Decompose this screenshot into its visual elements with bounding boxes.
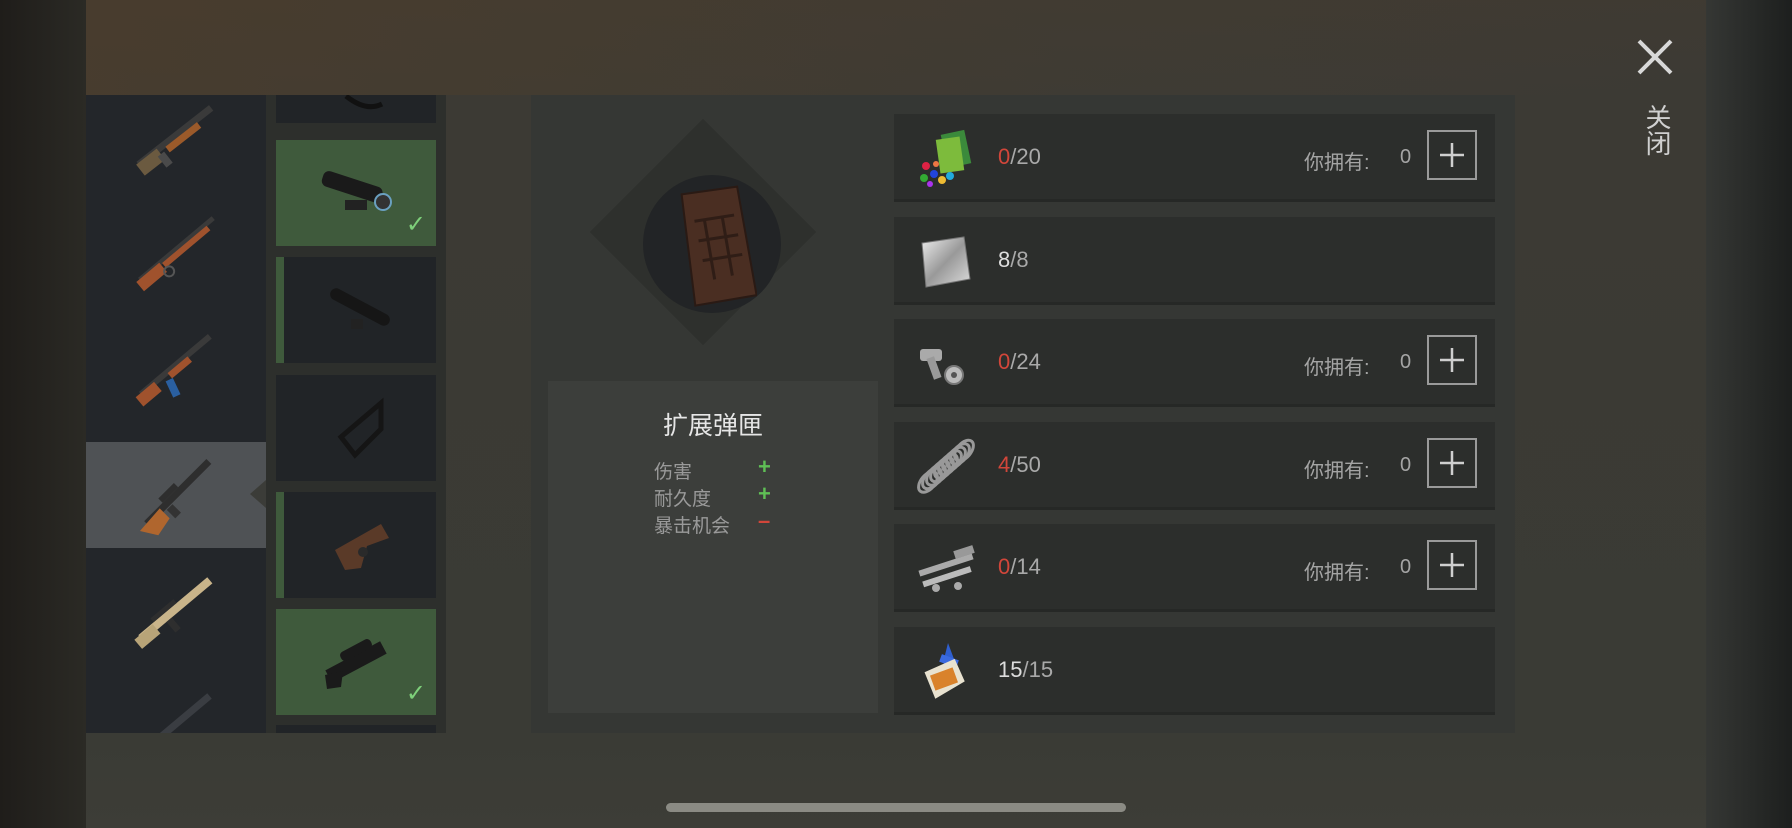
rifle-icon xyxy=(138,693,212,733)
plus-icon xyxy=(1440,450,1464,475)
weapon-scar[interactable] xyxy=(86,557,266,663)
current-amount: 4 xyxy=(998,451,1011,477)
plus-icon xyxy=(1440,553,1464,577)
requirement-row: 0/14 你拥有: 0 xyxy=(894,524,1495,612)
stat-label: 伤害 xyxy=(654,462,693,483)
required-amount: 14 xyxy=(1016,554,1041,579)
stat-label: 耐久度 xyxy=(654,489,712,510)
scope-icon xyxy=(321,171,392,211)
attachment-scope[interactable]: ✓ xyxy=(276,140,436,246)
equipped-check-icon: ✓ xyxy=(405,210,426,238)
stock-frame-icon xyxy=(337,397,384,459)
requirement-count: 8/8 xyxy=(998,247,1029,273)
attachment-stock-frame[interactable] xyxy=(276,375,436,481)
pipe-parts-icon xyxy=(914,536,978,600)
attachment-list[interactable]: ✓ ✓ xyxy=(276,95,436,733)
required-amount: 50 xyxy=(1016,451,1041,477)
requirement-count: 4/50 xyxy=(998,452,1041,478)
scoped-receiver-icon xyxy=(325,639,387,689)
item-name: 扩展弹匣 xyxy=(662,412,763,440)
glue-icon xyxy=(914,639,978,703)
weapon-partial[interactable] xyxy=(86,673,266,733)
stat-sign: + xyxy=(758,454,771,479)
weapon-sniper-vss[interactable] xyxy=(86,442,266,548)
owned-value: 0 xyxy=(1400,556,1412,578)
attachment-scoped-receiver[interactable]: ✓ xyxy=(276,609,436,715)
required-amount: 24 xyxy=(1016,349,1041,374)
bolts-nuts-icon xyxy=(914,331,978,395)
owned-value: 0 xyxy=(1400,453,1412,476)
requirement-count: 0/14 xyxy=(998,554,1041,580)
weapon-list[interactable] xyxy=(86,95,266,733)
stat-sign: – xyxy=(758,508,771,533)
stat-label: 暴击机会 xyxy=(654,516,731,537)
requirement-row: 15/15 xyxy=(894,626,1495,715)
metal-sheet-icon xyxy=(914,229,978,293)
spring-icon xyxy=(914,434,978,498)
requirement-count: 0/24 xyxy=(998,349,1041,375)
ak-rifle-icon xyxy=(135,334,212,407)
plus-icon xyxy=(1440,348,1464,372)
close-button[interactable] xyxy=(1636,38,1674,76)
item-preview xyxy=(643,175,781,313)
owned-label: 你拥有: xyxy=(1304,357,1370,379)
required-amount: 20 xyxy=(1016,144,1041,169)
attachment-top-partial[interactable] xyxy=(276,95,436,123)
requirement-row: 4/50 你拥有: 0 xyxy=(894,421,1495,510)
requirement-count: 0/20 xyxy=(998,144,1041,170)
add-material-button[interactable] xyxy=(1427,335,1477,385)
owned-value: 0 xyxy=(1400,146,1412,168)
shotgun-icon xyxy=(136,105,214,176)
attachment-wooden-stock[interactable] xyxy=(276,492,436,598)
owned-label: 你拥有: xyxy=(1304,459,1370,482)
requirement-row: 0/20 你拥有: 0 xyxy=(894,114,1495,202)
selection-notch xyxy=(250,480,266,508)
top-band xyxy=(86,0,1706,95)
add-material-button[interactable] xyxy=(1427,540,1477,590)
magazine-icon xyxy=(680,185,757,307)
lever-rifle-icon xyxy=(136,216,215,292)
scar-rifle-icon xyxy=(134,577,213,649)
silencer-icon xyxy=(330,288,390,329)
requirement-row: 8/8 xyxy=(894,216,1495,305)
owned-label: 你拥有: xyxy=(1304,562,1370,584)
add-material-button[interactable] xyxy=(1427,130,1477,180)
owned-value: 0 xyxy=(1400,351,1412,373)
required-amount: 8 xyxy=(1016,246,1029,272)
wooden-stock-icon xyxy=(335,524,389,570)
requirement-row: 0/24 你拥有: 0 xyxy=(894,319,1495,407)
requirement-count: 15/15 xyxy=(998,657,1053,683)
attachment-silencer[interactable] xyxy=(276,257,436,363)
weapon-pump-shotgun[interactable] xyxy=(86,95,266,189)
add-material-button[interactable] xyxy=(1427,437,1477,488)
weapon-lever-rifle[interactable] xyxy=(86,197,266,303)
close-label[interactable]: 关闭 xyxy=(1636,104,1676,156)
close-icon xyxy=(1637,39,1673,75)
plastic-parts-icon xyxy=(914,126,978,190)
current-amount: 15 xyxy=(998,656,1023,682)
owned-label: 你拥有: xyxy=(1304,152,1370,174)
vss-rifle-icon xyxy=(139,458,212,536)
attachment-bottom-partial[interactable] xyxy=(276,725,436,733)
home-indicator[interactable] xyxy=(666,803,1126,812)
attachment-icon xyxy=(344,95,384,110)
current-amount: 0 xyxy=(998,144,1011,169)
plus-icon xyxy=(1440,143,1464,167)
stat-sign: + xyxy=(758,481,771,506)
weapon-assault-rifle[interactable] xyxy=(86,313,266,419)
current-amount: 8 xyxy=(998,246,1011,272)
current-amount: 0 xyxy=(998,349,1011,374)
equipped-check-icon: ✓ xyxy=(405,679,426,707)
required-amount: 15 xyxy=(1028,656,1054,682)
current-amount: 0 xyxy=(998,554,1011,579)
